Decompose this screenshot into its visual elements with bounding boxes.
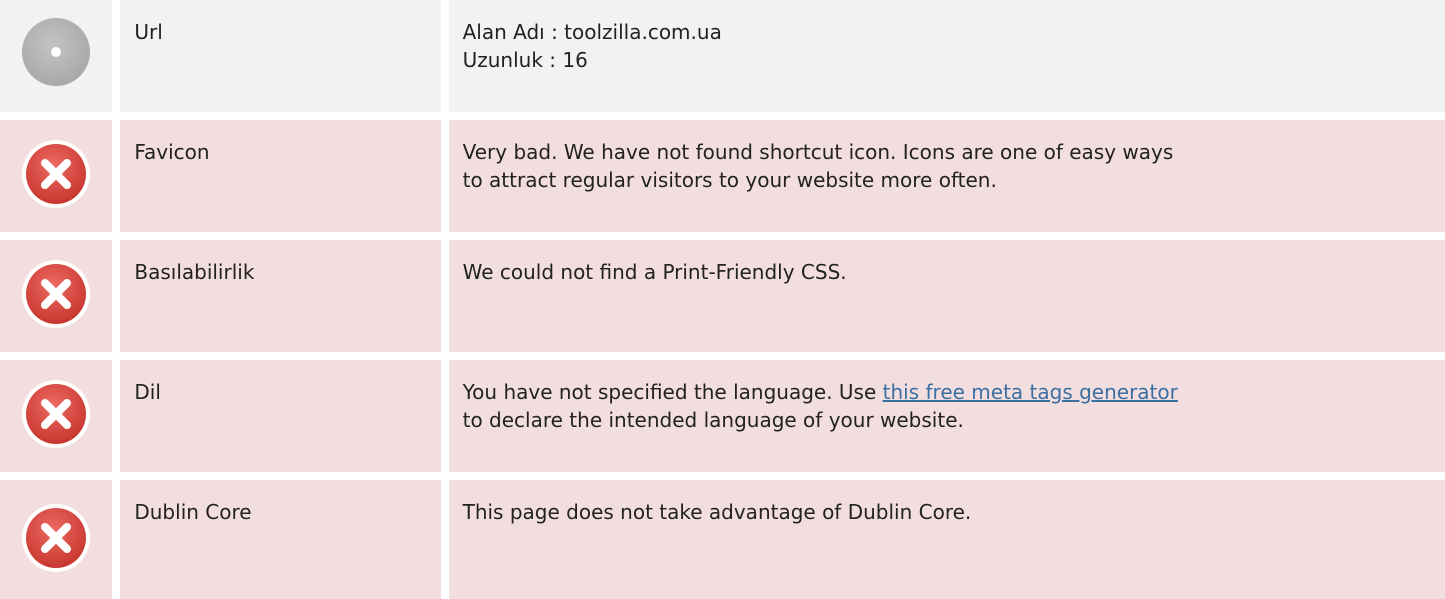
meta-tags-generator-link[interactable]: this free meta tags generator [883,380,1178,404]
row-name: Url [120,0,441,112]
row-name: Dublin Core [120,480,441,599]
status-cell [0,120,113,232]
error-x-icon [20,258,92,330]
row-description: You have not specified the language. Use… [448,360,1445,472]
row-description: Very bad. We have not found shortcut ico… [448,120,1445,232]
url-domain: Alan Adı : toolzilla.com.ua [462,20,722,44]
row-name: Dil [120,360,441,472]
table-row-dublin-core: Dublin Core This page does not take adva… [0,480,1445,599]
error-x-icon [20,502,92,574]
row-description: This page does not take advantage of Dub… [448,480,1445,599]
dublin-core-desc-line: This page does not take advantage of Dub… [462,500,972,524]
favicon-desc-line: to attract regular visitors to your webs… [462,168,997,192]
favicon-desc-line: Very bad. We have not found shortcut ico… [462,140,1174,164]
url-length: Uzunluk : 16 [462,48,588,72]
status-cell [0,480,113,599]
table-row-printability: Basılabilirlik We could not find a Print… [0,240,1445,352]
table-row-favicon: Favicon Very bad. We have not found shor… [0,120,1445,232]
status-cell [0,0,113,112]
row-description: Alan Adı : toolzilla.com.ua Uzunluk : 16 [448,0,1445,112]
error-x-icon [20,138,92,210]
language-desc-line: You have not specified the language. Use… [463,378,1445,406]
error-x-icon [20,378,92,450]
status-cell [0,240,113,352]
neutral-dot-icon [20,16,92,88]
table-row-url: Url Alan Adı : toolzilla.com.ua Uzunluk … [0,0,1445,112]
language-desc-text: You have not specified the language. Use [462,380,883,404]
status-cell [0,360,113,472]
language-desc-line: to declare the intended language of your… [462,408,964,432]
row-description: We could not find a Print-Friendly CSS. [448,240,1445,352]
row-name: Favicon [120,120,441,232]
row-name: Basılabilirlik [120,240,441,352]
printability-desc-line: We could not find a Print-Friendly CSS. [462,260,847,284]
table-row-language: Dil You have not specified the language.… [0,360,1445,472]
